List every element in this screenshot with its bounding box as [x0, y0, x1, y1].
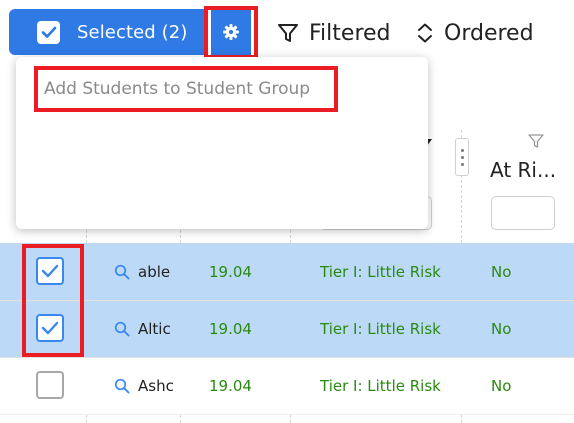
student-name: able: [138, 262, 171, 281]
table-row[interactable]: [0, 243, 574, 300]
column-resize-handle[interactable]: [455, 138, 469, 176]
at-risk-cell: No: [491, 376, 512, 395]
ordered-toggle[interactable]: Ordered: [416, 14, 534, 52]
student-name: Altic: [138, 319, 171, 338]
sort-icon: [418, 23, 432, 43]
tier-cell: Tier I: Little Risk: [320, 376, 441, 395]
score-cell: 19.04: [209, 262, 252, 281]
search-icon[interactable]: [114, 378, 130, 394]
tier-cell: Tier I: Little Risk: [320, 319, 441, 338]
at-risk-cell: No: [491, 319, 512, 338]
filtered-label: Filtered: [309, 20, 391, 46]
selected-checkbox[interactable]: [37, 20, 60, 44]
column-filter-icon[interactable]: [528, 133, 544, 149]
selected-label: Selected (2): [77, 21, 188, 43]
row-checkbox[interactable]: [36, 371, 64, 399]
highlight-box: [204, 6, 258, 59]
search-icon[interactable]: [114, 264, 130, 280]
table-row[interactable]: [0, 357, 574, 414]
student-name-cell[interactable]: Altic: [114, 300, 180, 357]
highlight-box: [22, 244, 84, 357]
student-name: Ashc: [138, 376, 174, 395]
checkmark-icon: [41, 26, 56, 38]
tier-cell: Tier I: Little Risk: [320, 262, 441, 281]
student-name-cell[interactable]: able: [114, 243, 180, 300]
at-risk-cell: No: [491, 262, 512, 281]
table-row[interactable]: [0, 300, 574, 357]
student-name-cell[interactable]: Ashc: [114, 357, 180, 414]
selected-button[interactable]: Selected (2): [9, 9, 208, 55]
ordered-label: Ordered: [444, 20, 534, 46]
row-divider: [0, 357, 574, 358]
search-icon[interactable]: [114, 321, 130, 337]
filter-icon: [278, 24, 298, 42]
at-risk-filter-input[interactable]: [491, 196, 555, 230]
row-divider: [0, 300, 574, 301]
score-cell: 19.04: [209, 319, 252, 338]
score-cell: 19.04: [209, 376, 252, 395]
filtered-toggle[interactable]: Filtered: [277, 14, 391, 52]
column-header-at-risk[interactable]: At Ri...: [490, 158, 556, 182]
highlight-box: [34, 66, 338, 112]
row-divider: [0, 414, 574, 415]
